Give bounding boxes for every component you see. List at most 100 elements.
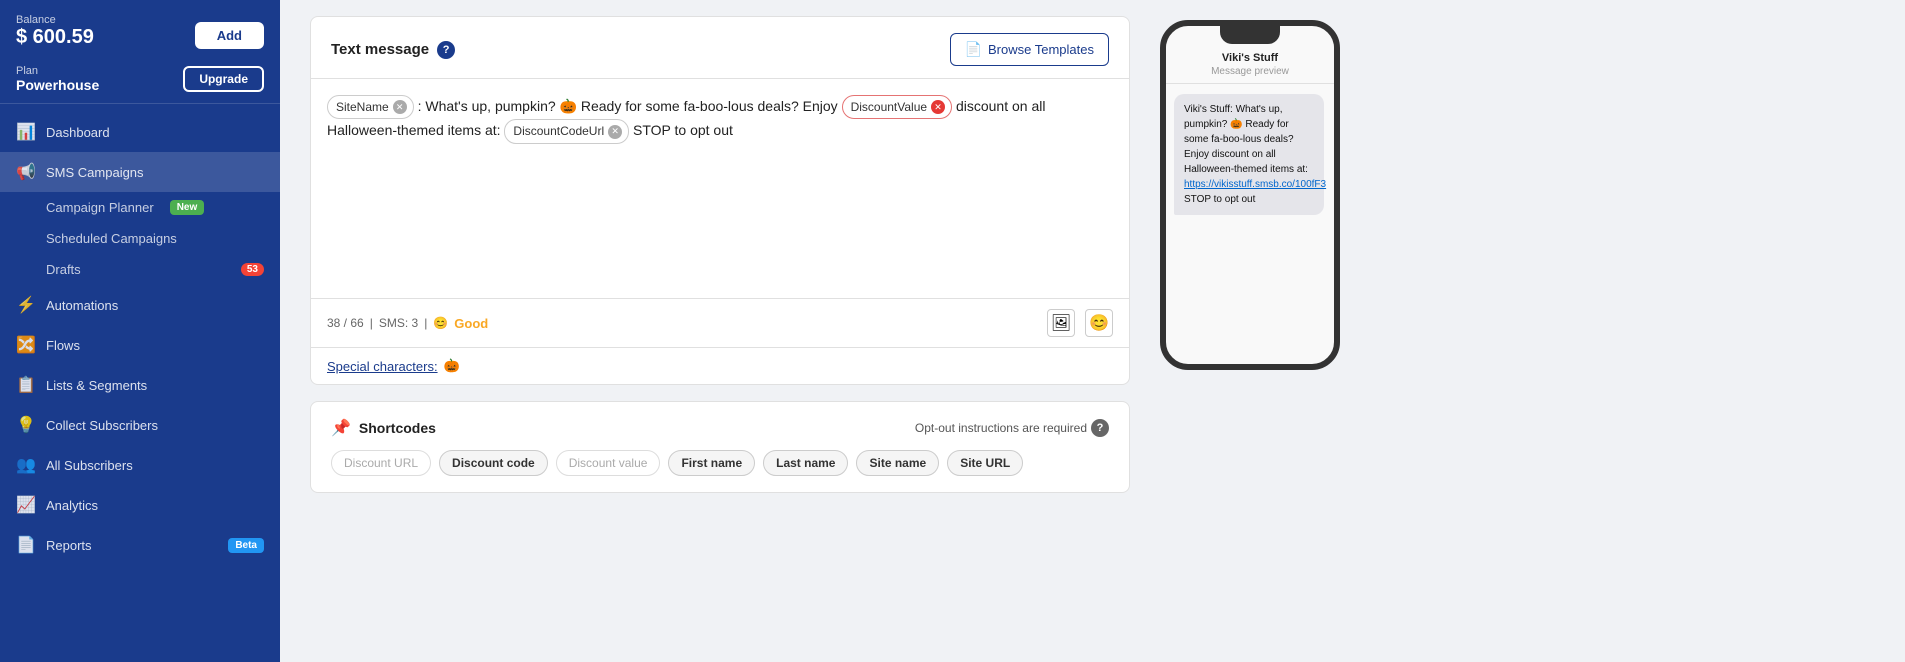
shortcode-label: Site URL xyxy=(960,456,1010,470)
shortcode-last-name[interactable]: Last name xyxy=(763,450,848,476)
remove-site-name-button[interactable]: ✕ xyxy=(393,100,407,114)
special-chars-emoji: 🎃 xyxy=(444,358,460,374)
message-bubble: Viki's Stuff: What's up, pumpkin? 🎃 Read… xyxy=(1174,94,1324,215)
text-message-card: Text message ? 📄 Browse Templates SiteNa… xyxy=(310,16,1130,385)
help-icon[interactable]: ? xyxy=(437,41,455,59)
browse-label: Browse Templates xyxy=(988,42,1094,57)
collect-subscribers-icon: 💡 xyxy=(16,415,36,435)
phone-notch xyxy=(1220,26,1280,44)
sidebar-item-campaign-planner[interactable]: Campaign Planner New xyxy=(46,192,280,223)
message-text-3: STOP to opt out xyxy=(633,122,733,138)
sidebar-item-label: Collect Subscribers xyxy=(46,418,158,433)
sidebar-item-label: Dashboard xyxy=(46,125,110,140)
card-header: Text message ? 📄 Browse Templates xyxy=(311,17,1129,79)
shortcode-first-name[interactable]: First name xyxy=(668,450,755,476)
shortcode-label: Discount code xyxy=(452,456,535,470)
sidebar-item-drafts[interactable]: Drafts 53 xyxy=(46,254,280,285)
special-chars-link[interactable]: Special characters: xyxy=(327,359,438,374)
shortcodes-title: 📌 Shortcodes xyxy=(331,418,436,438)
tag-label: DiscountCodeUrl xyxy=(513,121,604,141)
sidebar-item-scheduled-campaigns[interactable]: Scheduled Campaigns xyxy=(46,223,280,254)
dashboard-icon: 📊 xyxy=(16,122,36,142)
upgrade-button[interactable]: Upgrade xyxy=(183,66,264,92)
sidebar-item-sms-campaigns[interactable]: 📢 SMS Campaigns xyxy=(0,152,280,192)
sidebar-item-label: Scheduled Campaigns xyxy=(46,231,177,246)
sidebar-item-lists-segments[interactable]: 📋 Lists & Segments xyxy=(0,365,280,405)
sidebar-top: Balance $ 600.59 Add Plan Powerhouse Upg… xyxy=(0,0,280,104)
divider-1: | xyxy=(370,316,373,330)
all-subscribers-icon: 👥 xyxy=(16,455,36,475)
opt-out-help-icon[interactable]: ? xyxy=(1091,419,1109,437)
image-button[interactable]: 🖼 xyxy=(1047,309,1075,337)
sidebar-item-automations[interactable]: ⚡ Automations xyxy=(0,285,280,325)
balance-amount: $ 600.59 xyxy=(16,26,94,49)
shortcode-label: Discount value xyxy=(569,456,648,470)
phone-messages: Viki's Stuff: What's up, pumpkin? 🎃 Read… xyxy=(1166,84,1334,364)
flows-icon: 🔀 xyxy=(16,335,36,355)
shortcode-label: First name xyxy=(681,456,742,470)
emoji-button[interactable]: 😊 xyxy=(1085,309,1113,337)
card-title-text: Text message xyxy=(331,41,429,58)
sidebar-item-collect-subscribers[interactable]: 💡 Collect Subscribers xyxy=(0,405,280,445)
shortcodes-header: 📌 Shortcodes Opt-out instructions are re… xyxy=(331,418,1109,438)
divider-2: | xyxy=(424,316,427,330)
shortcode-discount-value[interactable]: Discount value xyxy=(556,450,661,476)
shortcode-label: Site name xyxy=(869,456,926,470)
sidebar-item-reports[interactable]: 📄 Reports Beta xyxy=(0,525,280,565)
sidebar-item-label: Analytics xyxy=(46,498,98,513)
sentiment-icon: 😊 xyxy=(433,316,448,330)
editor-icons: 🖼 😊 xyxy=(1047,309,1113,337)
balance-info: Balance $ 600.59 xyxy=(16,14,94,57)
shortcode-site-url[interactable]: Site URL xyxy=(947,450,1023,476)
remove-discount-value-button[interactable]: ✕ xyxy=(931,100,945,114)
balance-section: Balance $ 600.59 Add xyxy=(16,14,264,57)
remove-discount-url-button[interactable]: ✕ xyxy=(608,125,622,139)
discount-code-url-tag[interactable]: DiscountCodeUrl ✕ xyxy=(504,119,629,143)
content-area: Text message ? 📄 Browse Templates SiteNa… xyxy=(280,0,1905,662)
sidebar-item-label: Reports xyxy=(46,538,92,553)
discount-value-tag[interactable]: DiscountValue ✕ xyxy=(842,95,953,119)
sidebar-item-dashboard[interactable]: 📊 Dashboard xyxy=(0,112,280,152)
main-content: Text message ? 📄 Browse Templates SiteNa… xyxy=(280,0,1905,662)
plan-label: Plan xyxy=(16,65,99,77)
sidebar-item-flows[interactable]: 🔀 Flows xyxy=(0,325,280,365)
shortcode-discount-code[interactable]: Discount code xyxy=(439,450,548,476)
message-editor[interactable]: SiteName ✕ : What's up, pumpkin? 🎃 Ready… xyxy=(311,79,1129,299)
sms-count: SMS: 3 xyxy=(379,316,418,330)
phone-preview-label: Message preview xyxy=(1166,66,1334,83)
shortcodes-section: 📌 Shortcodes Opt-out instructions are re… xyxy=(310,401,1130,493)
char-count: 38 / 66 xyxy=(327,316,364,330)
sidebar-item-analytics[interactable]: 📈 Analytics xyxy=(0,485,280,525)
pin-icon: 📌 xyxy=(331,418,351,438)
opt-out-label: Opt-out instructions are required ? xyxy=(915,419,1109,437)
sms-campaigns-icon: 📢 xyxy=(16,162,36,182)
editor-footer: 38 / 66 | SMS: 3 | 😊 Good 🖼 😊 xyxy=(311,299,1129,348)
bubble-link: https://vikisstuff.smsb.co/100fF3 xyxy=(1184,179,1326,190)
special-chars: Special characters: 🎃 xyxy=(311,348,1129,384)
sidebar-item-label: Drafts xyxy=(46,262,81,277)
shortcode-site-name[interactable]: Site name xyxy=(856,450,939,476)
shortcodes-title-text: Shortcodes xyxy=(359,420,436,436)
tag-label: SiteName xyxy=(336,97,389,117)
shortcode-label: Discount URL xyxy=(344,456,418,470)
sidebar-item-label: All Subscribers xyxy=(46,458,133,473)
opt-out-text: Opt-out instructions are required xyxy=(915,421,1087,435)
site-name-tag[interactable]: SiteName ✕ xyxy=(327,95,414,119)
sentiment-label: Good xyxy=(454,316,488,331)
shortcode-discount-url[interactable]: Discount URL xyxy=(331,450,431,476)
phone-preview: Viki's Stuff Message preview Viki's Stuf… xyxy=(1150,0,1350,642)
sidebar-item-all-subscribers[interactable]: 👥 All Subscribers xyxy=(0,445,280,485)
tag-label: DiscountValue xyxy=(851,97,928,117)
plan-row: Plan Powerhouse Upgrade xyxy=(16,65,264,93)
sidebar-item-label: Flows xyxy=(46,338,80,353)
analytics-icon: 📈 xyxy=(16,495,36,515)
automations-icon: ⚡ xyxy=(16,295,36,315)
add-button[interactable]: Add xyxy=(195,22,264,49)
sidebar-nav: 📊 Dashboard 📢 SMS Campaigns Campaign Pla… xyxy=(0,104,280,662)
browse-templates-button[interactable]: 📄 Browse Templates xyxy=(950,33,1109,66)
reports-icon: 📄 xyxy=(16,535,36,555)
shortcode-label: Last name xyxy=(776,456,835,470)
sidebar-item-label: Campaign Planner xyxy=(46,200,154,215)
sidebar: Balance $ 600.59 Add Plan Powerhouse Upg… xyxy=(0,0,280,662)
drafts-badge: 53 xyxy=(241,263,264,276)
